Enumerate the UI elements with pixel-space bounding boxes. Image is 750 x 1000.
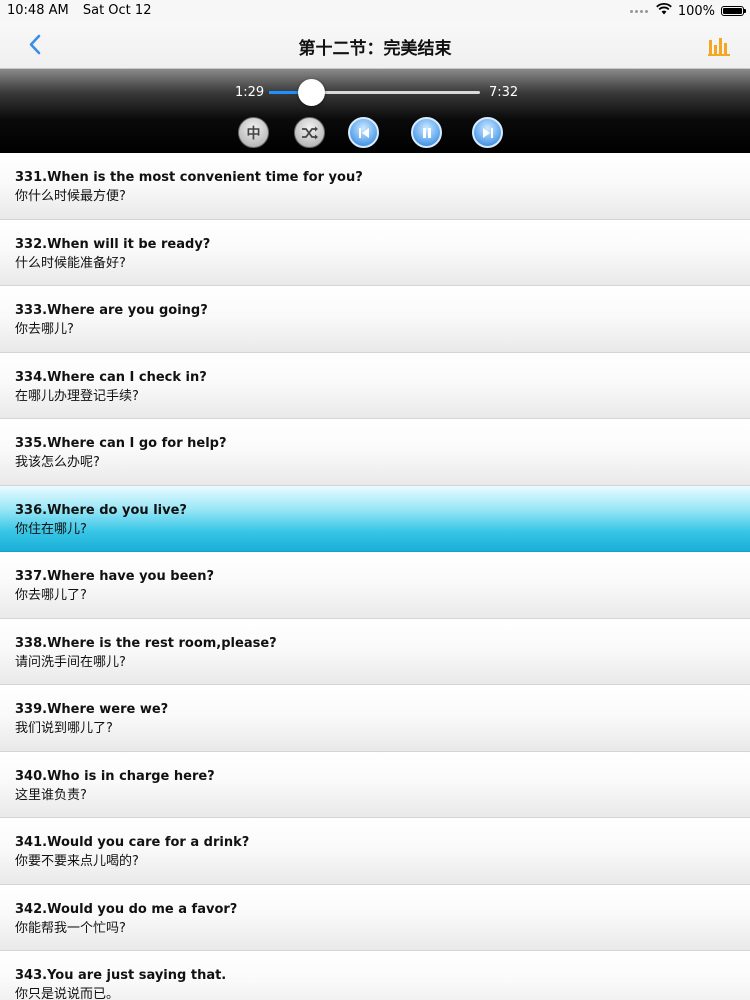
sentence-english: 340.Who is in charge here? (15, 768, 215, 784)
pause-button[interactable] (411, 117, 442, 148)
sentence-english: 333.Where are you going? (15, 303, 208, 318)
list-item[interactable]: 336.Where do you live? 你住在哪儿? (0, 485, 750, 552)
pause-icon (422, 127, 431, 138)
sentence-english: 331.When is the most convenient time for… (15, 170, 363, 185)
sentence-chinese: 请问洗手间在哪儿? (15, 654, 126, 670)
status-left: 10:48 AM Sat Oct 12 (7, 3, 151, 18)
status-bar: 10:48 AM Sat Oct 12 100% (0, 0, 750, 22)
page-title: 第十二节：完美结束 (298, 39, 452, 59)
list-item[interactable]: 340.Who is in charge here? 这里谁负责? (0, 751, 750, 818)
list-item[interactable]: 341.Would you care for a drink? 你要不要来点儿喝的… (0, 818, 750, 885)
sentence-english: 337.Where have you been? (15, 569, 215, 584)
list-item[interactable]: 343.You are just saying that. 你只是说说而已。 (0, 951, 750, 1000)
sentence-list: 331.When is the most convenient time for… (0, 153, 750, 1000)
list-item[interactable]: 333.Where are you going? 你去哪儿? (0, 286, 750, 353)
sentence-english: 338.Where is the rest room,please? (15, 635, 277, 651)
list-item[interactable]: 331.When is the most convenient time for… (0, 153, 750, 220)
sentence-chinese: 你只是说说而已。 (15, 987, 120, 1000)
sentence-chinese: 你去哪儿了? (15, 588, 87, 603)
status-date: Sat Oct 12 (82, 3, 152, 18)
status-right: 100% (629, 3, 746, 19)
sentence-chinese: 这里谁负责? (15, 787, 87, 803)
previous-icon (358, 127, 369, 138)
list-item[interactable]: 338.Where is the rest room,please? 请问洗手间在… (0, 618, 750, 685)
audio-player: 1:29 7:32 中 (0, 69, 750, 153)
slider-thumb[interactable] (297, 79, 325, 106)
sentence-english: 343.You are just saying that. (15, 968, 227, 983)
sentence-english: 341.Would you care for a drink? (15, 835, 250, 850)
sentence-chinese: 你什么时候最方便? (15, 189, 126, 204)
sentence-chinese: 我们说到哪儿了? (15, 721, 113, 736)
shuffle-button[interactable] (294, 117, 325, 148)
sentence-chinese: 你要不要来点儿喝的? (15, 854, 139, 869)
shuffle-icon (301, 126, 318, 139)
progress-slider[interactable] (269, 79, 480, 106)
previous-button[interactable] (348, 117, 379, 148)
chart-button[interactable] (708, 36, 732, 56)
language-label: 中 (246, 125, 261, 142)
language-toggle-button[interactable]: 中 (238, 117, 269, 148)
sentence-chinese: 你能帮我一个忙吗? (15, 920, 126, 936)
sentence-chinese: 你住在哪儿? (15, 521, 87, 537)
bar-chart-icon (708, 38, 730, 56)
battery-icon (721, 6, 746, 16)
status-time: 10:48 AM (7, 3, 69, 18)
next-icon (482, 127, 493, 138)
signal-dots-icon (629, 9, 648, 13)
sentence-chinese: 在哪儿办理登记手续? (15, 388, 139, 404)
sentence-english: 334.Where can I check in? (15, 369, 207, 385)
list-item[interactable]: 339.Where were we? 我们说到哪儿了? (0, 685, 750, 752)
sentence-chinese: 什么时候能准备好? (15, 255, 126, 271)
list-item[interactable]: 337.Where have you been? 你去哪儿了? (0, 552, 750, 619)
sentence-chinese: 我该怎么办呢? (15, 455, 100, 470)
list-item[interactable]: 335.Where can I go for help? 我该怎么办呢? (0, 419, 750, 486)
battery-percent: 100% (677, 3, 715, 19)
sentence-english: 332.When will it be ready? (15, 236, 211, 252)
sentence-english: 336.Where do you live? (15, 502, 187, 518)
nav-bar: 第十二节：完美结束 (0, 22, 750, 69)
list-item[interactable]: 334.Where can I check in? 在哪儿办理登记手续? (0, 352, 750, 419)
sentence-english: 339.Where were we? (15, 702, 169, 717)
list-item[interactable]: 342.Would you do me a favor? 你能帮我一个忙吗? (0, 884, 750, 951)
sentence-chinese: 你去哪儿? (15, 322, 74, 337)
sentence-english: 335.Where can I go for help? (15, 436, 227, 451)
sentence-english: 342.Would you do me a favor? (15, 901, 238, 917)
current-time: 1:29 (235, 85, 265, 100)
total-time: 7:32 (489, 85, 519, 100)
wifi-icon (656, 3, 672, 19)
next-button[interactable] (472, 117, 503, 148)
list-item[interactable]: 332.When will it be ready? 什么时候能准备好? (0, 219, 750, 286)
